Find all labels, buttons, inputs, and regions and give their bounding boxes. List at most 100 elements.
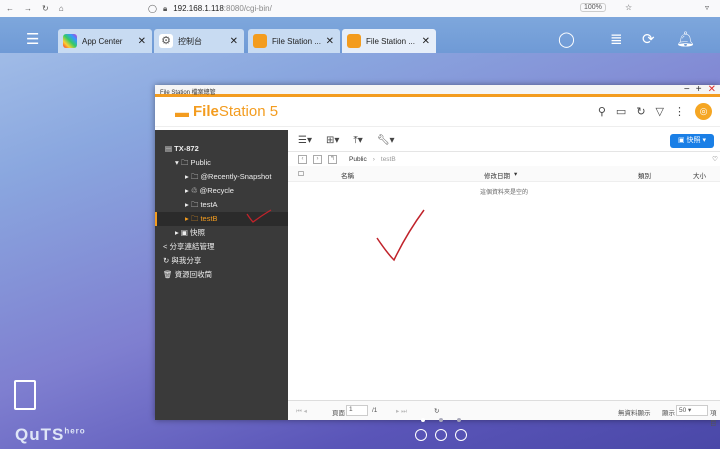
close-icon[interactable]: ✕ [230,36,238,47]
column-name[interactable]: 名稱 [341,170,354,180]
select-all-checkbox[interactable]: ☐ [298,170,304,178]
close-button[interactable]: ✕ [708,84,716,95]
app-logo: FileStation 5 [193,103,278,120]
snapshot-button[interactable]: ▣ 快照 ▾ [669,134,714,148]
gear-icon: ⚙ [159,34,173,48]
sidebar-item-share-links[interactable]: < 分享連結管理 [155,240,288,254]
forward-icon[interactable]: → [24,4,32,13]
page-label: 頁面 [332,410,345,417]
tab-file-station-1[interactable]: File Station ... ✕ [248,29,340,53]
logo-bold: File [193,103,219,120]
file-station-window: File Station 檔案總管 − + ✕ ▬ FileStation 5 ⚲ ▭… [155,84,720,427]
favorite-icon[interactable]: ♡ [712,155,718,163]
search-tool-icon[interactable] [435,429,447,441]
label: @Recently-Snapshot [200,172,272,181]
sidebar: ▤ TX-872 ▾ 🗀 Public ▸ 🗀 @Recently-Snapsh… [155,130,288,420]
maximize-button[interactable]: + [696,84,702,95]
create-folder-icon[interactable]: ⊞▾ [326,135,339,146]
first-page-icon[interactable]: ⏮ ◂ [296,407,307,416]
pause-icon[interactable] [455,429,467,441]
per-page-select[interactable]: 50 ▾ [676,405,708,416]
label: TX-872 [174,144,199,153]
tools-icon[interactable]: 🔧︎▾ [377,135,395,146]
folder-icon [253,34,267,48]
back-icon[interactable]: ← [6,4,14,13]
snapshot-label: 快照 [686,137,701,144]
no-data-text: 無資料顯示 [618,410,651,417]
search-icon[interactable]: ⚲ [598,105,606,118]
address-bar[interactable]: ◯ 🔒︎ 192.168.1.118:8080/cgi-bin/ [148,1,568,16]
sidebar-item-recently-snapshot[interactable]: ▸ 🗀 @Recently-Snapshot [155,170,288,184]
tab-app-center[interactable]: App Center ✕ [58,29,152,53]
app-center-icon [63,34,77,48]
label: testB [200,214,218,223]
refresh-icon[interactable]: ↻ [636,105,645,118]
column-modified[interactable]: 修改日期 [484,170,510,180]
dashboard-icon[interactable] [415,429,427,441]
tab-label: File Station ... [366,36,415,46]
sidebar-item-recycle-bin[interactable]: 🗑︎ 資源回收筒 [155,268,288,282]
minimize-button[interactable]: − [684,84,690,95]
sidebar-item-recycle[interactable]: ▸ ♲ @Recycle [155,184,288,198]
remote-mount-icon[interactable]: ▭ [616,105,626,118]
reload-icon[interactable]: ↻ [42,4,49,13]
shield-icon: ◯ [148,4,157,13]
page-input[interactable]: 1 [346,405,368,416]
folder-logo-icon: ▬ [175,103,189,120]
refresh-icon[interactable]: ↻ [434,407,439,415]
sync-icon[interactable]: ⟳ [642,30,655,48]
bell-icon[interactable]: 🔔︎ [676,30,695,48]
breadcrumb: ‹ › ↰ Public › testB ♡ [288,152,720,166]
tab-label: File Station ... [272,36,321,46]
sidebar-item-public[interactable]: ▾ 🗀 Public [155,156,288,170]
background-tasks-avatar[interactable]: ◎ [695,103,712,120]
label: 快照 [190,228,206,237]
show-label: 顯示 [662,410,675,417]
breadcrumb-parent[interactable]: Public [349,156,367,163]
browser-toolbar: ← → ↻ ⌂ ◯ 🔒︎ 192.168.1.118:8080/cgi-bin/ 100%… [0,0,720,17]
tab-label: 控制台 [178,36,202,46]
home-icon[interactable]: ⌂ [59,4,64,13]
tab-file-station-2[interactable]: File Station ... ✕ [342,29,436,53]
back-button[interactable]: ‹ [298,154,307,164]
search-icon[interactable]: ◯ [558,30,575,48]
up-button[interactable]: ↰ [328,154,337,164]
folder-icon [347,34,361,48]
more-icon[interactable]: ⋮ [674,105,685,118]
star-icon[interactable]: ☆ [625,3,632,12]
window-titlebar: File Station 檔案總管 − + ✕ [155,84,720,97]
label: 與我分享 [171,256,202,265]
menu-icon[interactable]: ☰ [26,30,39,48]
background-tasks-icon[interactable]: ≣ [610,30,623,48]
label: @Recycle [199,186,234,195]
url-path: :8080/cgi-bin/ [223,4,272,13]
label: 分享連結管理 [169,242,215,251]
recycle-bin-icon[interactable] [14,380,36,410]
breadcrumb-current: testB [380,155,396,163]
sidebar-item-shared-with-me[interactable]: ↻ 與我分享 [155,254,288,268]
close-icon[interactable]: ✕ [138,36,146,47]
close-icon[interactable]: ✕ [422,36,430,47]
close-icon[interactable]: ✕ [326,36,334,47]
brand-sup: hero [64,426,86,436]
lock-icon: 🔒︎ [162,3,168,13]
upload-icon[interactable]: ⤒▾ [353,135,362,146]
tab-control-panel[interactable]: ⚙ 控制台 ✕ [154,29,244,53]
sidebar-item-snapshot[interactable]: ▸ ▣ 快照 [155,226,288,240]
next-page-icon[interactable]: ▸ ⏭ [396,407,407,416]
label: testA [200,200,218,209]
label: 資源回收筒 [174,270,213,279]
view-mode-icon[interactable]: ☰▾ [298,135,312,146]
file-pane: ☰▾ ⊞▾ ⤒▾ 🔧︎▾ ▣ 快照 ▾ ‹ › ↰ Public › testB ♡ ☐ 名稱 修… [288,130,720,427]
brand-name: QuTS [15,425,65,444]
forward-button[interactable]: › [313,154,322,164]
filter-icon[interactable]: ▽ [656,105,664,118]
pocket-icon[interactable]: ▿ [705,3,709,12]
red-checkmark-annotation [376,209,425,262]
quts-brand: QuTShero [15,425,86,445]
column-type[interactable]: 類別 [638,170,651,180]
sidebar-item-nas[interactable]: ▤ TX-872 [155,142,288,156]
column-size[interactable]: 大小 [693,170,706,180]
zoom-level[interactable]: 100% [580,3,606,12]
desktop-page-dots[interactable] [421,418,461,422]
